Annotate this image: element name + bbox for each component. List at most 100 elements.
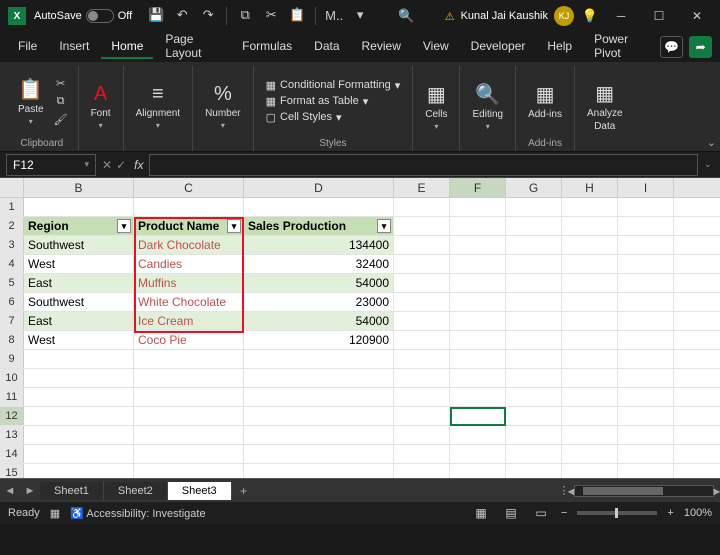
tab-file[interactable]: File [8,35,47,59]
analyze-data-button[interactable]: ▦ Analyze Data [583,79,627,134]
stats-icon[interactable]: ▦ [50,507,60,520]
cell-H13[interactable] [562,426,618,444]
cell-G1[interactable] [506,198,562,216]
cell-F13[interactable] [450,426,506,444]
conditional-formatting-button[interactable]: ▦Conditional Formatting ▾ [262,78,405,93]
cell-B10[interactable] [24,369,134,387]
col-header-c[interactable]: C [134,178,244,197]
cell-C8[interactable]: Coco Pie [134,331,244,349]
cell-H8[interactable] [562,331,618,349]
cell-D3[interactable]: 134400 [244,236,394,254]
cell-H10[interactable] [562,369,618,387]
doc-dropdown-icon[interactable]: ▾ [352,7,368,23]
cell-F4[interactable] [450,255,506,273]
row-header-14[interactable]: 14 [0,445,24,463]
cell-E1[interactable] [394,198,450,216]
format-as-table-button[interactable]: ▦Format as Table ▾ [262,94,405,109]
cell-C5[interactable]: Muffins [134,274,244,292]
close-button[interactable]: ✕ [682,2,712,30]
cell-H15[interactable] [562,464,618,478]
cell-E12[interactable] [394,407,450,425]
maximize-button[interactable]: ☐ [644,2,674,30]
page-layout-view-icon[interactable]: ▤ [501,505,521,521]
col-header-b[interactable]: B [24,178,134,197]
col-header-h[interactable]: H [562,178,618,197]
lightbulb-icon[interactable]: 💡 [582,8,598,24]
cell-G7[interactable] [506,312,562,330]
cell-F15[interactable] [450,464,506,478]
cell-F11[interactable] [450,388,506,406]
format-painter-button[interactable]: 🖌 [52,111,70,127]
row-header-12[interactable]: 12 [0,407,24,425]
cell-D8[interactable]: 120900 [244,331,394,349]
cell-I12[interactable] [618,407,674,425]
cell-C3[interactable]: Dark Chocolate [134,236,244,254]
undo-icon[interactable]: ↶ [174,7,190,23]
cell-C13[interactable] [134,426,244,444]
cell-D13[interactable] [244,426,394,444]
row-header-10[interactable]: 10 [0,369,24,387]
user-account[interactable]: ⚠ Kunal Jai Kaushik KJ [445,6,574,26]
tab-view[interactable]: View [413,35,459,59]
sheet-nav-prev[interactable]: ◄ [0,485,20,497]
cell-D7[interactable]: 54000 [244,312,394,330]
font-button[interactable]: A Font ▾ [87,81,115,132]
col-header-g[interactable]: G [506,178,562,197]
cell-E6[interactable] [394,293,450,311]
cell-H9[interactable] [562,350,618,368]
cell-H11[interactable] [562,388,618,406]
cell-D4[interactable]: 32400 [244,255,394,273]
cell-G13[interactable] [506,426,562,444]
cell-C9[interactable] [134,350,244,368]
cell-B14[interactable] [24,445,134,463]
cell-H6[interactable] [562,293,618,311]
cell-I2[interactable] [618,217,674,235]
cell-G10[interactable] [506,369,562,387]
cell-D6[interactable]: 23000 [244,293,394,311]
cell-D11[interactable] [244,388,394,406]
cell-I6[interactable] [618,293,674,311]
cell-H14[interactable] [562,445,618,463]
zoom-slider[interactable] [577,511,657,515]
cell-F14[interactable] [450,445,506,463]
cell-D14[interactable] [244,445,394,463]
cell-D9[interactable] [244,350,394,368]
cell-E11[interactable] [394,388,450,406]
cell-E5[interactable] [394,274,450,292]
cell-G8[interactable] [506,331,562,349]
cell-F12[interactable] [450,407,506,425]
cell-E2[interactable] [394,217,450,235]
tab-power-pivot[interactable]: Power Pivot [584,28,656,66]
cell-B8[interactable]: West [24,331,134,349]
cell-F10[interactable] [450,369,506,387]
cell-I1[interactable] [618,198,674,216]
filter-icon[interactable]: ▾ [117,219,131,233]
row-header-3[interactable]: 3 [0,236,24,254]
cell-C11[interactable] [134,388,244,406]
tab-data[interactable]: Data [304,35,349,59]
cell-I9[interactable] [618,350,674,368]
cell-C10[interactable] [134,369,244,387]
cancel-formula-icon[interactable]: ✕ [102,158,112,172]
cell-D2[interactable]: Sales Production▾ [244,217,394,235]
cell-F6[interactable] [450,293,506,311]
row-header-13[interactable]: 13 [0,426,24,444]
cell-I10[interactable] [618,369,674,387]
row-header-5[interactable]: 5 [0,274,24,292]
cell-G15[interactable] [506,464,562,478]
redo-icon[interactable]: ↷ [200,7,216,23]
copy-icon[interactable]: ⧉ [237,7,253,23]
cell-C7[interactable]: Ice Cream [134,312,244,330]
cell-B4[interactable]: West [24,255,134,273]
cell-I8[interactable] [618,331,674,349]
cell-G9[interactable] [506,350,562,368]
cell-I13[interactable] [618,426,674,444]
tab-formulas[interactable]: Formulas [232,35,302,59]
cell-B6[interactable]: Southwest [24,293,134,311]
cell-G11[interactable] [506,388,562,406]
zoom-level[interactable]: 100% [684,507,712,519]
zoom-out-button[interactable]: − [561,507,567,519]
cell-I11[interactable] [618,388,674,406]
save-icon[interactable]: 💾 [148,7,164,23]
cell-F9[interactable] [450,350,506,368]
